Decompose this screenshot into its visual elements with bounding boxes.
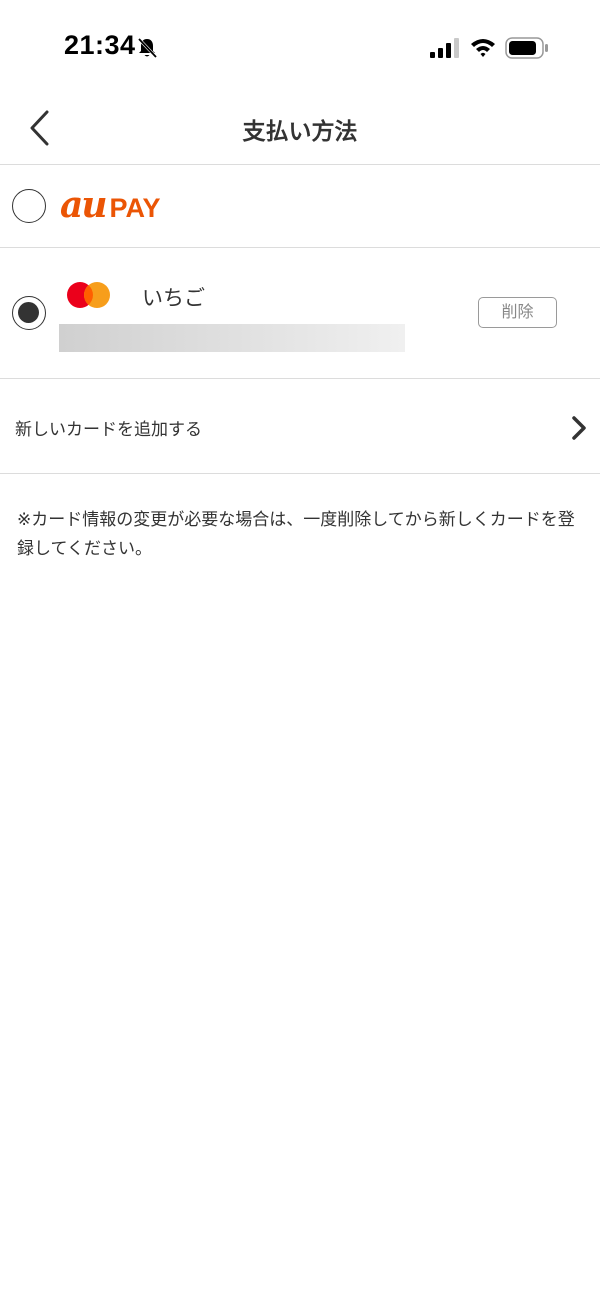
page-title: 支払い方法 (242, 119, 358, 145)
signal-icon (430, 38, 459, 58)
delete-card-button[interactable]: 削除 (478, 297, 557, 328)
chevron-right-icon (572, 416, 586, 440)
wifi-icon (471, 39, 495, 57)
status-bar: 21:34 (0, 0, 600, 96)
aupay-logo: au PAY (60, 187, 161, 226)
mastercard-icon (67, 282, 110, 308)
add-new-card-row[interactable]: 新しいカードを追加する (0, 379, 600, 474)
payment-method-screen: 21:34 支払い方法 au PAY いちご 削除 新しいカードを追加する ※カ… (0, 0, 600, 1305)
payment-option-aupay[interactable]: au PAY (0, 165, 600, 248)
status-time: 21:34 (64, 30, 136, 60)
card-nickname: いちご (142, 286, 205, 310)
add-card-label: 新しいカードを追加する (15, 420, 202, 440)
card-number-masked (59, 324, 405, 352)
aupay-logo-au: au (60, 184, 107, 226)
card-radio-button[interactable] (12, 296, 46, 330)
aupay-radio-button[interactable] (12, 189, 46, 223)
bell-slash-icon (137, 37, 158, 59)
payment-option-card[interactable]: いちご 削除 (0, 248, 600, 379)
battery-icon (505, 37, 548, 59)
nav-header: 支払い方法 (0, 96, 600, 165)
aupay-logo-pay: PAY (109, 193, 161, 223)
card-change-notice: ※カード情報の変更が必要な場合は、一度削除してから新しくカードを登録してください… (17, 510, 575, 559)
